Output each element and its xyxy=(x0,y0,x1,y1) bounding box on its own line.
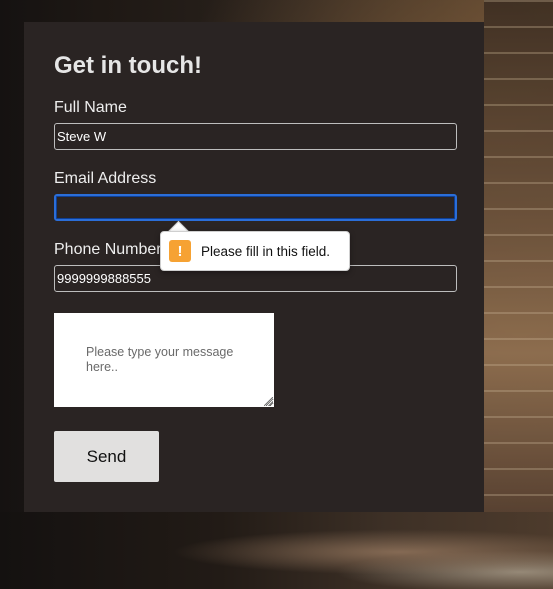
full-name-input[interactable] xyxy=(54,123,457,150)
send-button[interactable]: Send xyxy=(54,431,159,482)
email-input[interactable] xyxy=(54,194,457,221)
textarea-resize-handle[interactable] xyxy=(264,397,273,406)
email-label: Email Address xyxy=(54,170,157,187)
form-title: Get in touch! xyxy=(54,52,202,79)
phone-label: Phone Number xyxy=(54,241,162,258)
validation-tooltip: ! Please fill in this field. xyxy=(160,231,350,271)
background-floor xyxy=(0,512,553,589)
warning-icon: ! xyxy=(169,240,191,262)
validation-message: Please fill in this field. xyxy=(201,243,331,259)
background-staircase xyxy=(484,0,553,589)
message-textarea[interactable] xyxy=(54,313,274,407)
full-name-label: Full Name xyxy=(54,99,127,116)
